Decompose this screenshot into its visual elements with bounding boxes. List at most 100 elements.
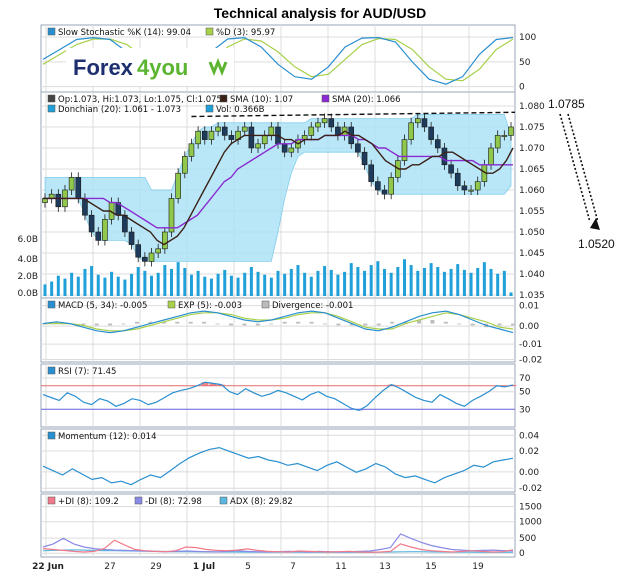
candle-body — [75, 177, 82, 199]
y-tick-label: 1500 — [519, 503, 542, 513]
volume-bar — [263, 274, 267, 296]
volume-bar — [316, 270, 320, 296]
volume-bar — [442, 271, 446, 296]
macd-divergence-bar — [443, 321, 448, 324]
candle-body — [168, 198, 175, 233]
candle-body — [434, 139, 441, 149]
legend-swatch — [219, 496, 228, 505]
volume-bar — [229, 275, 233, 296]
macd-divergence-bar — [457, 323, 462, 325]
volume-bar — [276, 270, 280, 296]
x-tick-label: 13 — [379, 562, 390, 572]
volume-bar — [289, 268, 293, 296]
y-tick-label: 500 — [519, 534, 536, 544]
candle-body — [281, 143, 288, 153]
x-tick-label: 7 — [290, 562, 296, 572]
volume-bar — [156, 272, 160, 296]
candle-body — [328, 118, 335, 128]
candle-body — [368, 164, 375, 182]
x-tick-label: 5 — [245, 562, 251, 572]
y-tick-label: 50 — [519, 388, 531, 398]
volume-bar — [336, 274, 340, 296]
candle-body — [68, 177, 75, 191]
panel-macd: 0.01 0.00 -0.01 -0.02 MACD (5, 34): -0.005 EX… — [40, 297, 542, 365]
legend-label: -DI (8): 72.98 — [145, 497, 202, 507]
volume-bar — [376, 261, 380, 296]
y-tick-label: -0.01 — [519, 340, 542, 350]
x-tick-label: 15 — [425, 562, 436, 572]
candle-body — [361, 151, 368, 166]
legend-label: SMA (20): 1.066 — [332, 95, 401, 105]
volume-bar — [189, 274, 193, 296]
volume-bar — [402, 259, 406, 296]
candle-body — [468, 189, 474, 192]
candle-body — [375, 181, 381, 191]
volume-bar — [429, 263, 433, 296]
candle-body — [201, 130, 208, 140]
volume-bar — [323, 266, 327, 296]
volume-tick-label: 6.0B — [18, 235, 39, 245]
legend-label: RSI (7): 71.45 — [58, 367, 116, 377]
macd-divergence-bar — [242, 323, 247, 326]
volume-bar — [409, 265, 413, 296]
panel-price: 1.080 1.075 1.070 1.065 1.060 1.055 1.050 1.045… — [18, 91, 545, 301]
y-tick-label: 0 — [519, 83, 525, 93]
candle-body — [195, 130, 201, 145]
candle-body — [308, 126, 315, 136]
candle-body — [188, 143, 195, 157]
candle-body — [448, 164, 454, 174]
x-tick-label: 19 — [472, 562, 484, 572]
candle-body — [175, 172, 181, 199]
macd-divergence-bar — [376, 323, 381, 326]
volume-bar — [209, 278, 213, 296]
x-tick-label: 22 Jun — [32, 562, 64, 572]
annotation-arrow-left — [559, 113, 591, 223]
volume-bar — [203, 276, 207, 296]
annotation-arrow-head — [590, 218, 600, 230]
candle-body — [208, 130, 215, 140]
volume-bar — [456, 264, 460, 296]
volume-bar — [83, 268, 87, 296]
volume-bar — [422, 267, 426, 296]
volume-bar — [449, 268, 453, 296]
y-tick-label: 0.00 — [519, 468, 539, 478]
candle-body — [321, 118, 328, 124]
macd-divergence-bar — [497, 323, 502, 326]
candle-body — [241, 126, 248, 132]
y-tick-label: 1.050 — [519, 228, 545, 238]
chart-title: Technical analysis for AUD/USD — [214, 5, 426, 21]
volume-bar — [476, 267, 480, 296]
volume-bar — [76, 276, 80, 296]
macd-divergence-bar — [188, 321, 193, 324]
volume-bar — [90, 266, 94, 296]
y-tick-label: 1.045 — [519, 249, 545, 259]
legend-swatch — [261, 300, 270, 309]
volume-bar — [489, 268, 493, 296]
volume-bar — [176, 262, 180, 296]
x-tick-label: 29 — [150, 562, 162, 572]
volume-bar — [383, 268, 387, 296]
legend-label: %D (3): 95.97 — [216, 28, 275, 38]
macd-divergence-bar — [309, 321, 314, 324]
volume-bar — [509, 292, 513, 296]
candle-body — [261, 135, 268, 145]
volume-bar — [396, 267, 400, 296]
macd-divergence-bar — [430, 320, 435, 324]
y-tick-label: 0.04 — [519, 431, 539, 441]
volume-bar — [96, 274, 100, 296]
annotation-arrow-right — [567, 113, 599, 223]
volume-bar — [183, 267, 187, 296]
y-tick-label: 1.035 — [519, 291, 545, 301]
macd-divergence-bar — [470, 323, 475, 326]
macd-divergence-bar — [282, 321, 287, 324]
candle-body — [454, 172, 461, 187]
technical-analysis-chart: Technical analysis for AUD/USD 100500Slo… — [18, 5, 616, 572]
legend-label: Donchian (20): 1.061 - 1.073 — [58, 105, 181, 115]
legend-swatch — [167, 300, 176, 309]
volume-bar — [296, 265, 300, 296]
y-tick-label: 1.040 — [519, 270, 545, 280]
candle-body — [488, 147, 494, 166]
y-tick-label: 1.055 — [519, 207, 545, 217]
annotation-upper-price: 1.0785 — [548, 97, 585, 111]
y-tick-label: 1000 — [519, 518, 542, 528]
